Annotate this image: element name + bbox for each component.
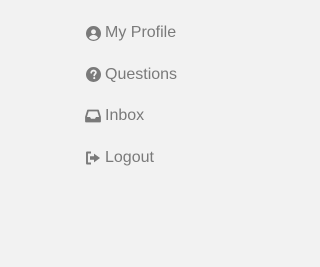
sign-out-icon (85, 150, 101, 166)
menu-item-questions[interactable]: Questions (85, 62, 177, 88)
inbox-icon (85, 108, 101, 124)
question-circle-icon (85, 67, 101, 83)
menu-item-label: Questions (105, 65, 178, 83)
menu-item-label: My Profile (105, 24, 177, 41)
menu-item-label: Inbox (105, 107, 145, 124)
menu-item-my-profile[interactable]: My Profile (85, 20, 177, 46)
menu-item-label: Logout (105, 148, 154, 166)
menu-item-logout[interactable]: Logout (85, 145, 177, 171)
user-circle-icon (85, 25, 101, 41)
user-menu: My Profile Questions Inbox Logout (85, 20, 177, 186)
menu-item-inbox[interactable]: Inbox (85, 103, 177, 129)
